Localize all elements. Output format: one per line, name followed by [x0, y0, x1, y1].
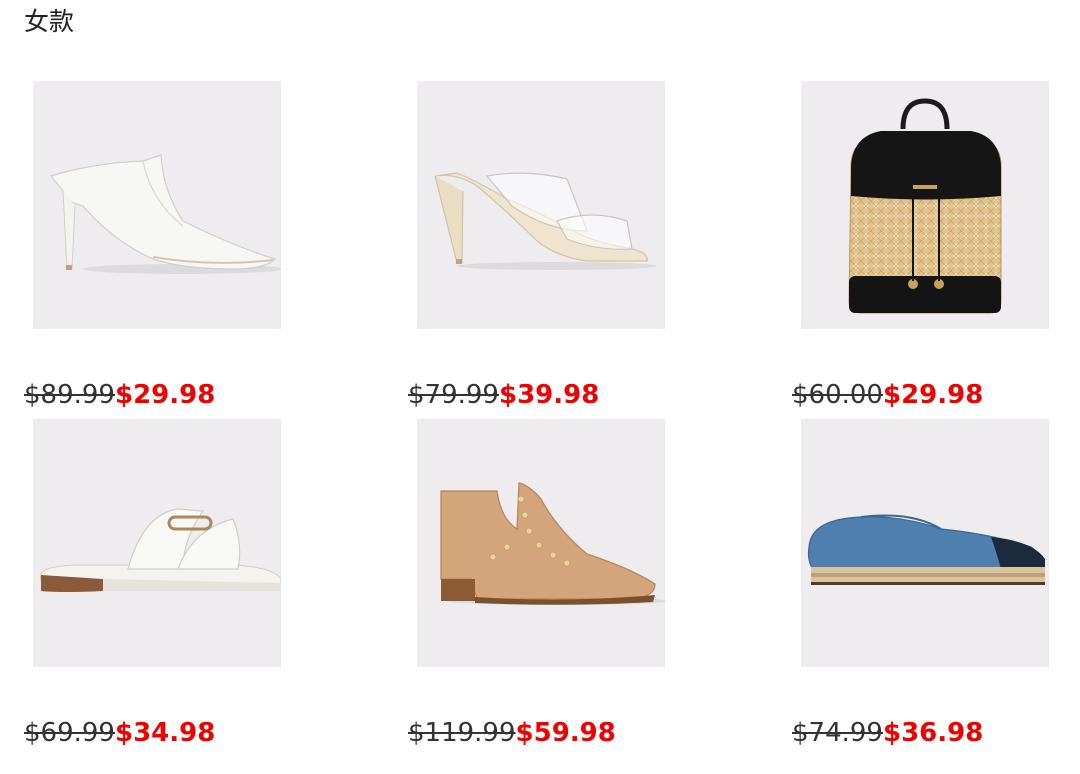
price-row-1: $89.99$29.98	[24, 379, 215, 411]
price-row-4: $69.99$34.98	[24, 717, 215, 749]
product-image-buckle-slide[interactable]	[33, 419, 281, 667]
section-title: 女款	[24, 7, 75, 36]
product-image-clear-sandal[interactable]	[417, 81, 665, 329]
original-price: $119.99	[408, 718, 516, 748]
price-row-6: $74.99$36.98	[792, 717, 983, 749]
buckle-slide-sandal-image	[33, 419, 281, 667]
sale-price: $39.98	[498, 380, 600, 410]
original-price: $69.99	[24, 718, 115, 748]
product-image-white-mule[interactable]	[33, 81, 281, 329]
price-row-3: $60.00$29.98	[792, 379, 983, 411]
sale-price: $59.98	[515, 718, 616, 748]
sale-price: $29.98	[882, 380, 984, 410]
product-image-ankle-boot[interactable]	[417, 419, 665, 667]
original-price: $60.00	[792, 380, 883, 410]
denim-espadrille-image	[801, 419, 1049, 667]
original-price: $79.99	[408, 380, 499, 410]
rattan-backpack-image	[801, 81, 1049, 329]
price-row-2: $79.99$39.98	[408, 379, 599, 411]
studded-ankle-boot-image	[417, 419, 665, 667]
sale-price: $34.98	[114, 718, 216, 748]
clear-strap-sandal-image	[417, 81, 665, 329]
original-price: $74.99	[792, 718, 883, 748]
sale-price: $29.98	[114, 380, 216, 410]
product-image-rattan-backpack[interactable]	[801, 81, 1049, 329]
product-image-espadrille[interactable]	[801, 419, 1049, 667]
white-mule-heel-image	[33, 81, 281, 329]
price-row-5: $119.99$59.98	[408, 717, 616, 749]
original-price: $89.99	[24, 380, 115, 410]
sale-price: $36.98	[882, 718, 984, 748]
